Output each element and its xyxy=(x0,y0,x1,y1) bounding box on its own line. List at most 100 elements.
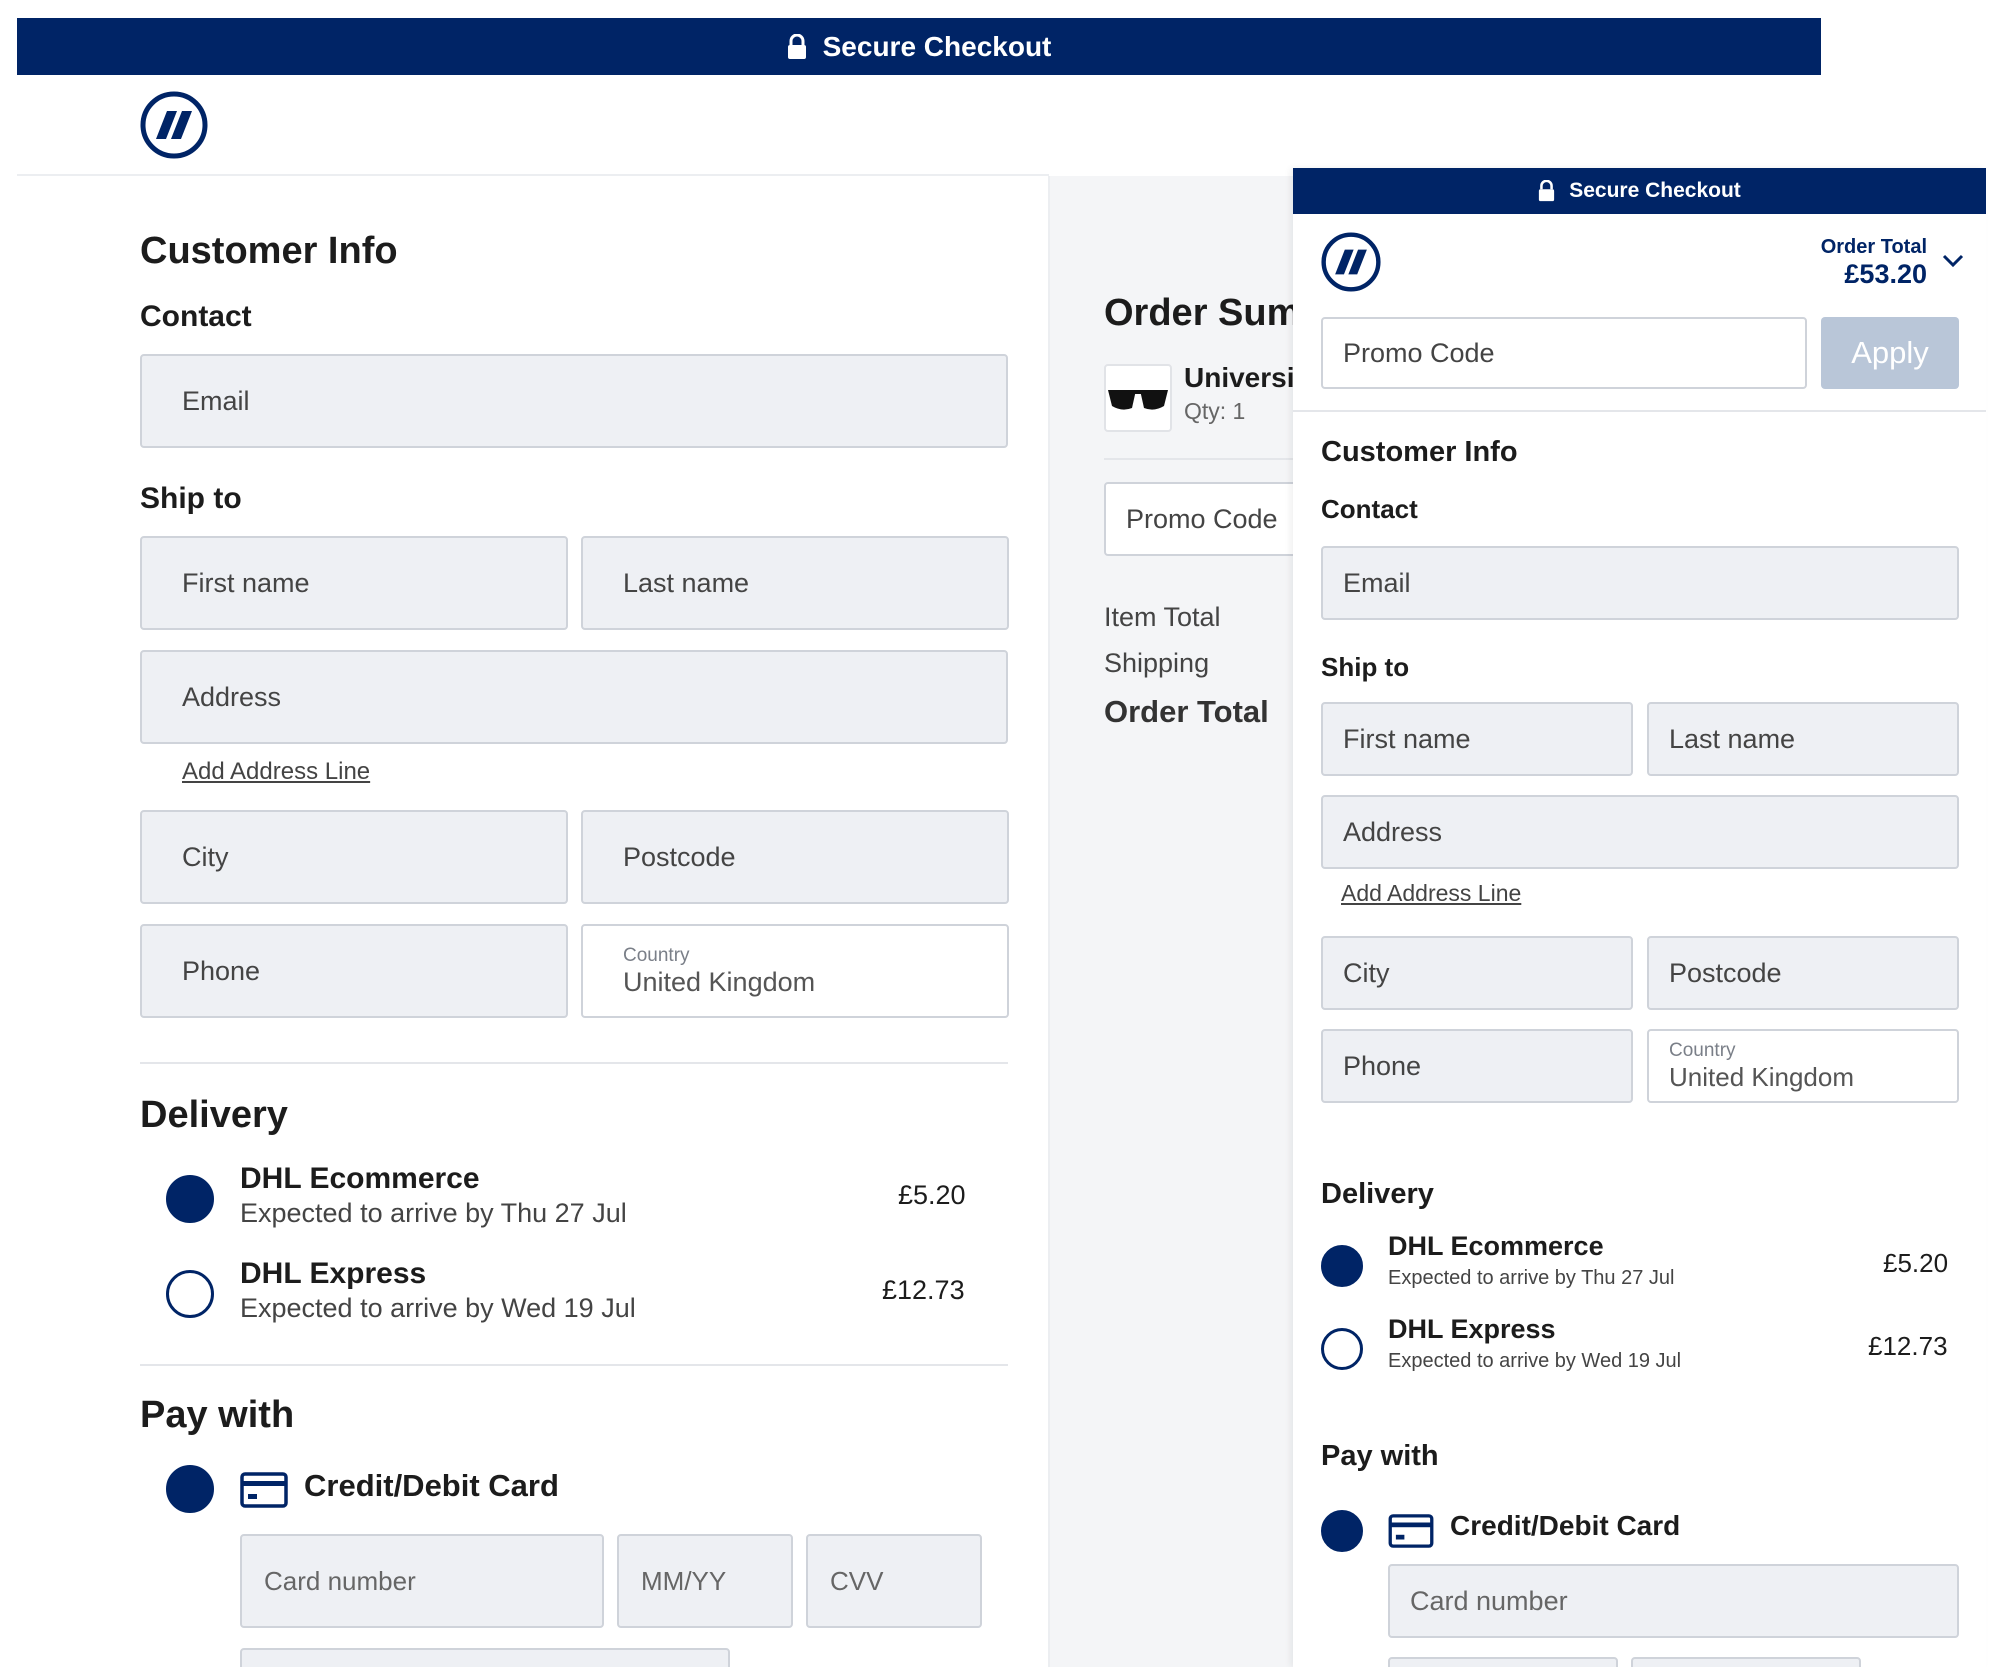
email-field[interactable]: Email xyxy=(140,354,1008,448)
customer-info-title: Customer Info xyxy=(1321,436,1518,468)
order-item-qty: Qty: 1 xyxy=(1184,398,1246,424)
first-name-field[interactable]: First name xyxy=(1321,702,1633,776)
sunglasses-product-image xyxy=(1104,364,1172,432)
address-placeholder: Address xyxy=(1343,816,1443,847)
ship-to-label: Ship to xyxy=(140,482,242,515)
cardholder-field[interactable] xyxy=(240,1648,730,1667)
delivery-option-eta: Expected to arrive by Wed 19 Jul xyxy=(240,1293,636,1323)
email-placeholder: Email xyxy=(1343,567,1411,598)
order-total-label: Order Total xyxy=(1820,236,1927,258)
postcode-field[interactable]: Postcode xyxy=(1647,936,1959,1010)
contact-label: Contact xyxy=(1321,494,1418,524)
last-name-placeholder: Last name xyxy=(623,567,750,598)
pay-with-title: Pay with xyxy=(1321,1440,1439,1472)
delivery-option-eta: Expected to arrive by Thu 27 Jul xyxy=(1388,1267,1675,1289)
delivery-option-name: DHL Ecommerce xyxy=(240,1162,480,1195)
email-placeholder: Email xyxy=(182,385,250,416)
last-name-field[interactable]: Last name xyxy=(1647,702,1959,776)
phone-field[interactable]: Phone xyxy=(1321,1029,1633,1103)
promo-code-field[interactable]: Promo Code xyxy=(1321,317,1807,389)
brand-logo-icon[interactable] xyxy=(1321,232,1381,297)
mobile-checkout-panel: Secure Checkout Order Total £53.20 Promo… xyxy=(1293,168,1986,1667)
cvv-field[interactable] xyxy=(1631,1657,1861,1667)
brand-logo-icon[interactable] xyxy=(140,91,208,159)
delivery-option-price: £5.20 xyxy=(1883,1248,1949,1278)
country-value: United Kingdom xyxy=(623,966,816,997)
order-total-toggle[interactable]: Order Total £53.20 xyxy=(1793,236,1927,290)
delivery-option-name: DHL Express xyxy=(1388,1314,1556,1344)
pay-method-label: Credit/Debit Card xyxy=(304,1468,559,1503)
card-number-field[interactable]: Card number xyxy=(240,1534,604,1628)
customer-info-title: Customer Info xyxy=(140,230,398,272)
first-name-placeholder: First name xyxy=(1343,723,1471,754)
expiry-field[interactable]: MM/YY xyxy=(617,1534,793,1628)
lock-icon xyxy=(787,33,807,60)
credit-card-icon xyxy=(240,1472,288,1513)
summary-promo-code-field[interactable]: Promo Code xyxy=(1104,482,1324,556)
last-name-placeholder: Last name xyxy=(1669,723,1796,754)
add-address-line-link[interactable]: Add Address Line xyxy=(1341,880,1521,907)
promo-code-placeholder: Promo Code xyxy=(1343,337,1495,368)
address-field[interactable]: Address xyxy=(140,650,1008,744)
delivery-title: Delivery xyxy=(1321,1178,1434,1210)
delivery-option-eta: Expected to arrive by Thu 27 Jul xyxy=(240,1198,627,1228)
expiry-field[interactable] xyxy=(1388,1657,1618,1667)
delivery-option-name: DHL Ecommerce xyxy=(1388,1231,1604,1261)
summary-promo-placeholder: Promo Code xyxy=(1126,503,1278,534)
delivery-option-price: £5.20 xyxy=(898,1180,966,1210)
delivery-option-eta: Expected to arrive by Wed 19 Jul xyxy=(1388,1350,1682,1372)
city-field[interactable]: City xyxy=(140,810,568,904)
card-number-placeholder: Card number xyxy=(264,1565,416,1596)
first-name-field[interactable]: First name xyxy=(140,536,568,630)
cvv-placeholder: CVV xyxy=(830,1565,884,1596)
order-total-label: Order Total xyxy=(1104,694,1269,729)
pay-method-label: Credit/Debit Card xyxy=(1450,1510,1681,1541)
card-number-placeholder: Card number xyxy=(1410,1585,1568,1616)
postcode-field[interactable]: Postcode xyxy=(581,810,1009,904)
delivery-radio-express[interactable] xyxy=(166,1270,214,1318)
address-placeholder: Address xyxy=(182,681,282,712)
postcode-placeholder: Postcode xyxy=(623,841,736,872)
phone-placeholder: Phone xyxy=(182,955,261,986)
country-label: Country xyxy=(1669,1039,1736,1061)
city-field[interactable]: City xyxy=(1321,936,1633,1010)
order-item-name: Universit xyxy=(1184,362,1304,393)
card-number-field[interactable]: Card number xyxy=(1388,1564,1959,1638)
delivery-option-price: £12.73 xyxy=(1868,1331,1948,1361)
country-select[interactable]: Country United Kingdom xyxy=(1647,1029,1959,1103)
phone-field[interactable]: Phone xyxy=(140,924,568,1018)
column-divider xyxy=(1048,176,1050,1667)
chevron-down-icon[interactable] xyxy=(1942,254,1964,273)
order-summary-title: Order Sum xyxy=(1104,292,1301,334)
apply-promo-button[interactable]: Apply xyxy=(1821,317,1959,389)
country-select[interactable]: Country United Kingdom xyxy=(581,924,1009,1018)
section-divider xyxy=(140,1364,1008,1366)
banner-title: Secure Checkout xyxy=(822,30,1052,62)
last-name-field[interactable]: Last name xyxy=(581,536,1009,630)
country-value: United Kingdom xyxy=(1669,1061,1854,1092)
banner-title: Secure Checkout xyxy=(1569,179,1741,202)
delivery-radio-express[interactable] xyxy=(1321,1328,1363,1370)
add-address-line-link[interactable]: Add Address Line xyxy=(182,758,370,786)
secure-checkout-banner: Secure Checkout xyxy=(1293,168,1986,214)
order-summary-panel xyxy=(1050,176,1300,1667)
pay-with-title: Pay with xyxy=(140,1394,295,1436)
delivery-radio-ecommerce[interactable] xyxy=(166,1175,214,1223)
delivery-title: Delivery xyxy=(140,1094,288,1136)
summary-divider xyxy=(1104,458,1304,460)
expiry-placeholder: MM/YY xyxy=(641,1565,727,1596)
order-total-value: £53.20 xyxy=(1844,259,1927,289)
item-total-label: Item Total xyxy=(1104,602,1221,632)
credit-card-icon xyxy=(1388,1514,1434,1553)
email-field[interactable]: Email xyxy=(1321,546,1959,620)
secure-checkout-banner: Secure Checkout xyxy=(17,18,1821,75)
postcode-placeholder: Postcode xyxy=(1669,957,1782,988)
delivery-radio-ecommerce[interactable] xyxy=(1321,1245,1363,1287)
pay-radio-card[interactable] xyxy=(166,1465,214,1513)
section-divider xyxy=(140,1062,1008,1064)
pay-radio-card[interactable] xyxy=(1321,1510,1363,1552)
ship-to-label: Ship to xyxy=(1321,652,1410,682)
address-field[interactable]: Address xyxy=(1321,795,1959,869)
cvv-field[interactable]: CVV xyxy=(806,1534,982,1628)
header-divider xyxy=(1293,410,1986,412)
